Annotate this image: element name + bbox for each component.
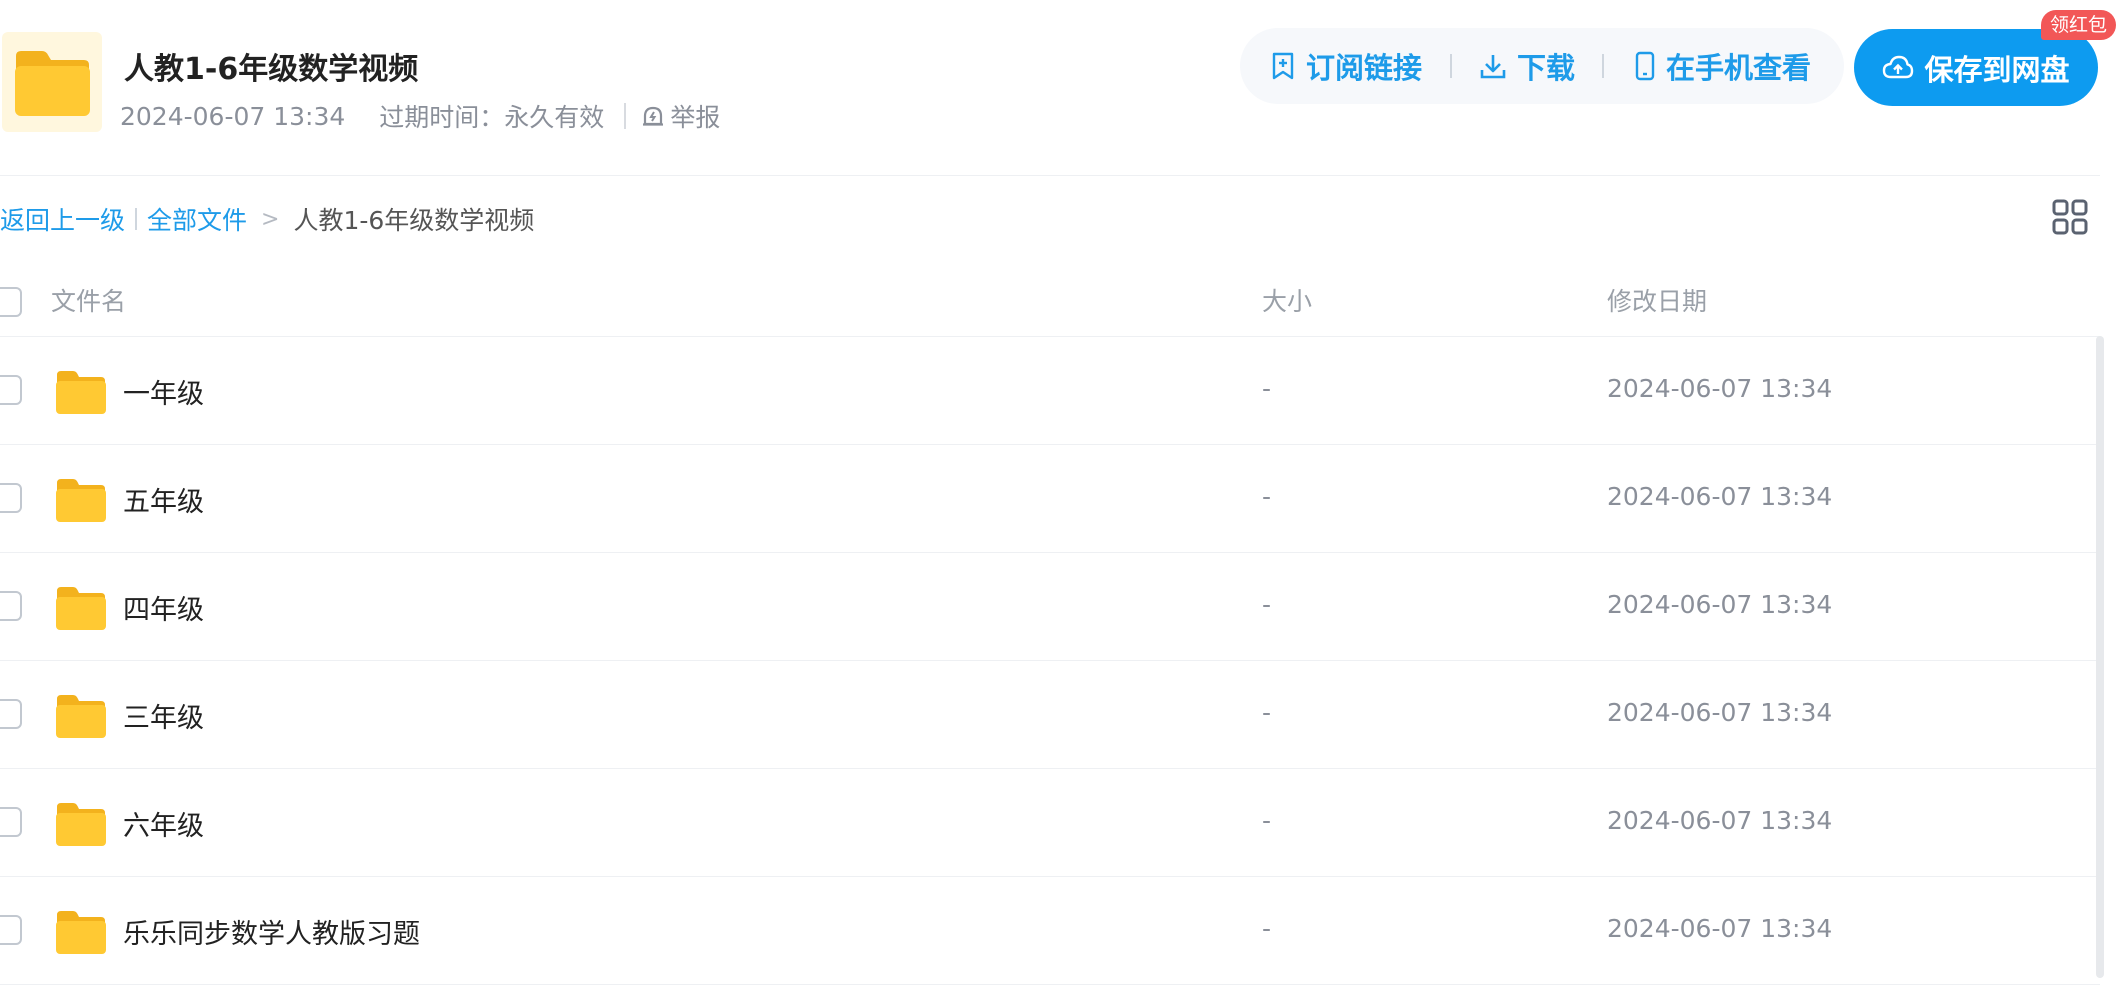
table-row[interactable]: 四年级 - 2024-06-07 13:34 (0, 552, 2100, 661)
expire-value: 永久有效 (504, 103, 605, 132)
meta-divider (624, 103, 627, 129)
action-divider (1602, 54, 1604, 78)
share-title: 人教1-6年级数学视频 (124, 52, 419, 87)
row-checkbox[interactable] (0, 375, 22, 405)
scrollbar[interactable] (2096, 336, 2104, 978)
file-name[interactable]: 三年级 (123, 696, 204, 735)
expire-info: 过期时间：永久有效 (379, 98, 604, 134)
column-size-header[interactable]: 大小 (1262, 282, 1312, 318)
table-row[interactable]: 六年级 - 2024-06-07 13:34 (0, 768, 2100, 877)
file-date: 2024-06-07 13:34 (1607, 914, 1833, 943)
file-name[interactable]: 六年级 (123, 804, 204, 843)
file-name[interactable]: 四年级 (123, 588, 204, 627)
breadcrumb: 返回上一级 全部文件 > 人教1-6年级数学视频 (0, 201, 534, 237)
action-bar: 订阅链接 下载 在手机查看 (1240, 28, 1844, 104)
subscribe-link-button[interactable]: 订阅链接 (1270, 28, 1422, 104)
file-size: - (1262, 590, 1272, 619)
file-name[interactable]: 乐乐同步数学人教版习题 (123, 912, 420, 951)
download-icon (1480, 55, 1506, 79)
report-label: 举报 (670, 103, 721, 132)
folder-icon (56, 371, 106, 414)
column-name-header[interactable]: 文件名 (51, 282, 126, 318)
table-header: 文件名 大小 修改日期 (0, 276, 2100, 337)
back-link[interactable]: 返回上一级 (0, 201, 125, 237)
share-header: 人教1-6年级数学视频 2024-06-07 13:34 过期时间：永久有效 举… (0, 0, 2117, 176)
table-row[interactable]: 乐乐同步数学人教版习题 - 2024-06-07 13:34 (0, 876, 2100, 985)
file-date: 2024-06-07 13:34 (1607, 482, 1833, 511)
expire-label: 过期时间： (379, 103, 505, 132)
alarm-icon (643, 106, 664, 126)
row-checkbox[interactable] (0, 483, 22, 513)
file-size: - (1262, 914, 1272, 943)
phone-icon (1635, 51, 1655, 81)
file-date: 2024-06-07 13:34 (1607, 806, 1833, 835)
cloud-upload-icon (1883, 55, 1914, 78)
file-name[interactable]: 一年级 (123, 372, 204, 411)
table-row[interactable]: 一年级 - 2024-06-07 13:34 (0, 336, 2100, 445)
grid-view-icon[interactable] (2052, 199, 2088, 235)
file-size: - (1262, 374, 1272, 403)
column-date-header[interactable]: 修改日期 (1607, 282, 1707, 318)
file-size: - (1262, 482, 1272, 511)
all-files-link[interactable]: 全部文件 (147, 201, 247, 237)
action-divider (1450, 54, 1452, 78)
save-label: 保存到网盘 (1924, 52, 2070, 87)
download-label: 下载 (1517, 51, 1576, 85)
subscribe-label: 订阅链接 (1306, 51, 1423, 85)
report-link[interactable]: 举报 (640, 98, 720, 134)
breadcrumb-current: 人教1-6年级数学视频 (293, 206, 535, 235)
view-on-mobile-button[interactable]: 在手机查看 (1634, 28, 1811, 104)
file-size: - (1262, 698, 1272, 727)
folder-icon (56, 803, 106, 846)
row-checkbox[interactable] (0, 807, 22, 837)
file-size: - (1262, 806, 1272, 835)
folder-icon (56, 695, 106, 738)
file-date: 2024-06-07 13:34 (1607, 590, 1833, 619)
breadcrumb-separator: > (261, 206, 280, 232)
download-button[interactable]: 下载 (1479, 28, 1575, 104)
share-date: 2024-06-07 13:34 (120, 101, 346, 131)
file-name[interactable]: 五年级 (123, 480, 204, 519)
row-checkbox[interactable] (0, 915, 22, 945)
row-checkbox[interactable] (0, 591, 22, 621)
table-row[interactable]: 三年级 - 2024-06-07 13:34 (0, 660, 2100, 769)
folder-icon (56, 479, 106, 522)
table-row[interactable]: 五年级 - 2024-06-07 13:34 (0, 444, 2100, 553)
folder-icon (56, 587, 106, 630)
folder-icon (56, 911, 106, 954)
share-folder-icon (2, 32, 102, 132)
row-checkbox[interactable] (0, 699, 22, 729)
share-meta: 2024-06-07 13:34 过期时间：永久有效 举报 (120, 98, 720, 134)
select-all-checkbox[interactable] (0, 287, 22, 317)
save-to-cloud-button[interactable]: 保存到网盘 (1854, 29, 2098, 106)
bookmark-plus-icon (1272, 52, 1294, 80)
file-date: 2024-06-07 13:34 (1607, 698, 1833, 727)
red-packet-badge[interactable]: 领红包 (2041, 10, 2117, 40)
file-date: 2024-06-07 13:34 (1607, 374, 1833, 403)
mobile-label: 在手机查看 (1666, 51, 1812, 85)
breadcrumb-divider (135, 208, 138, 230)
